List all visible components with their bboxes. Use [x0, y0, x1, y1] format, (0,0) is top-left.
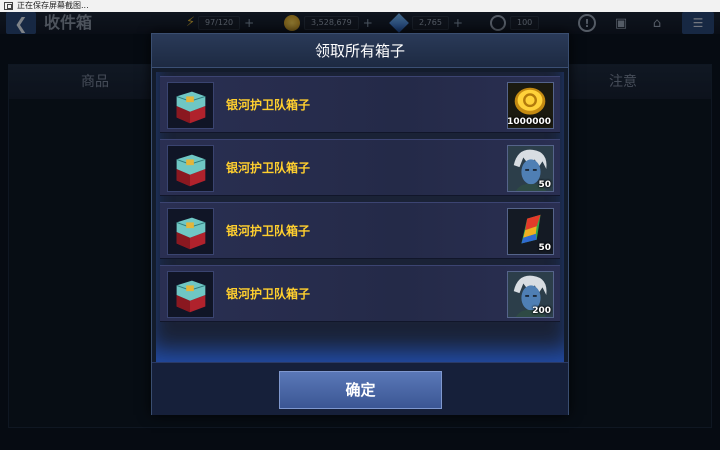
confirm-button[interactable]: 确定 [279, 371, 442, 409]
reward-list: 银河护卫队箱子 1000000 银河护卫队箱子 50 银河护卫队箱子 50 银河… [156, 72, 564, 362]
item-name: 银河护卫队箱子 [226, 161, 311, 175]
reward-quantity: 50 [538, 180, 551, 190]
chest-icon [167, 208, 214, 255]
list-item: 银河护卫队箱子 200 [160, 265, 560, 322]
item-name: 银河护卫队箱子 [226, 287, 311, 301]
item-name: 银河护卫队箱子 [226, 98, 311, 112]
dialog-header: 领取所有箱子 [152, 34, 568, 68]
list-item: 银河护卫队箱子 1000000 [160, 76, 560, 133]
reward-slot: 1000000 [507, 82, 554, 129]
reward-slot: 50 [507, 208, 554, 255]
reward-quantity: 1000000 [507, 117, 551, 127]
dialog-footer: 确定 [152, 362, 568, 415]
list-item: 银河护卫队箱子 50 [160, 139, 560, 196]
reward-quantity: 200 [532, 306, 551, 316]
reward-slot: 200 [507, 271, 554, 318]
chest-icon [167, 82, 214, 129]
claim-all-dialog: 领取所有箱子 银河护卫队箱子 1000000 银河护卫队箱子 50 银河护卫队箱… [151, 33, 569, 415]
chest-icon [167, 145, 214, 192]
screenshot-icon [4, 2, 13, 10]
system-notification-bar: 正在保存屏幕截图... [0, 0, 720, 12]
dialog-title: 领取所有箱子 [314, 42, 405, 60]
chest-icon [167, 271, 214, 318]
system-notification-text: 正在保存屏幕截图... [17, 1, 89, 10]
item-name: 银河护卫队箱子 [226, 224, 311, 238]
list-item: 银河护卫队箱子 50 [160, 202, 560, 259]
reward-quantity: 50 [538, 243, 551, 253]
reward-slot: 50 [507, 145, 554, 192]
